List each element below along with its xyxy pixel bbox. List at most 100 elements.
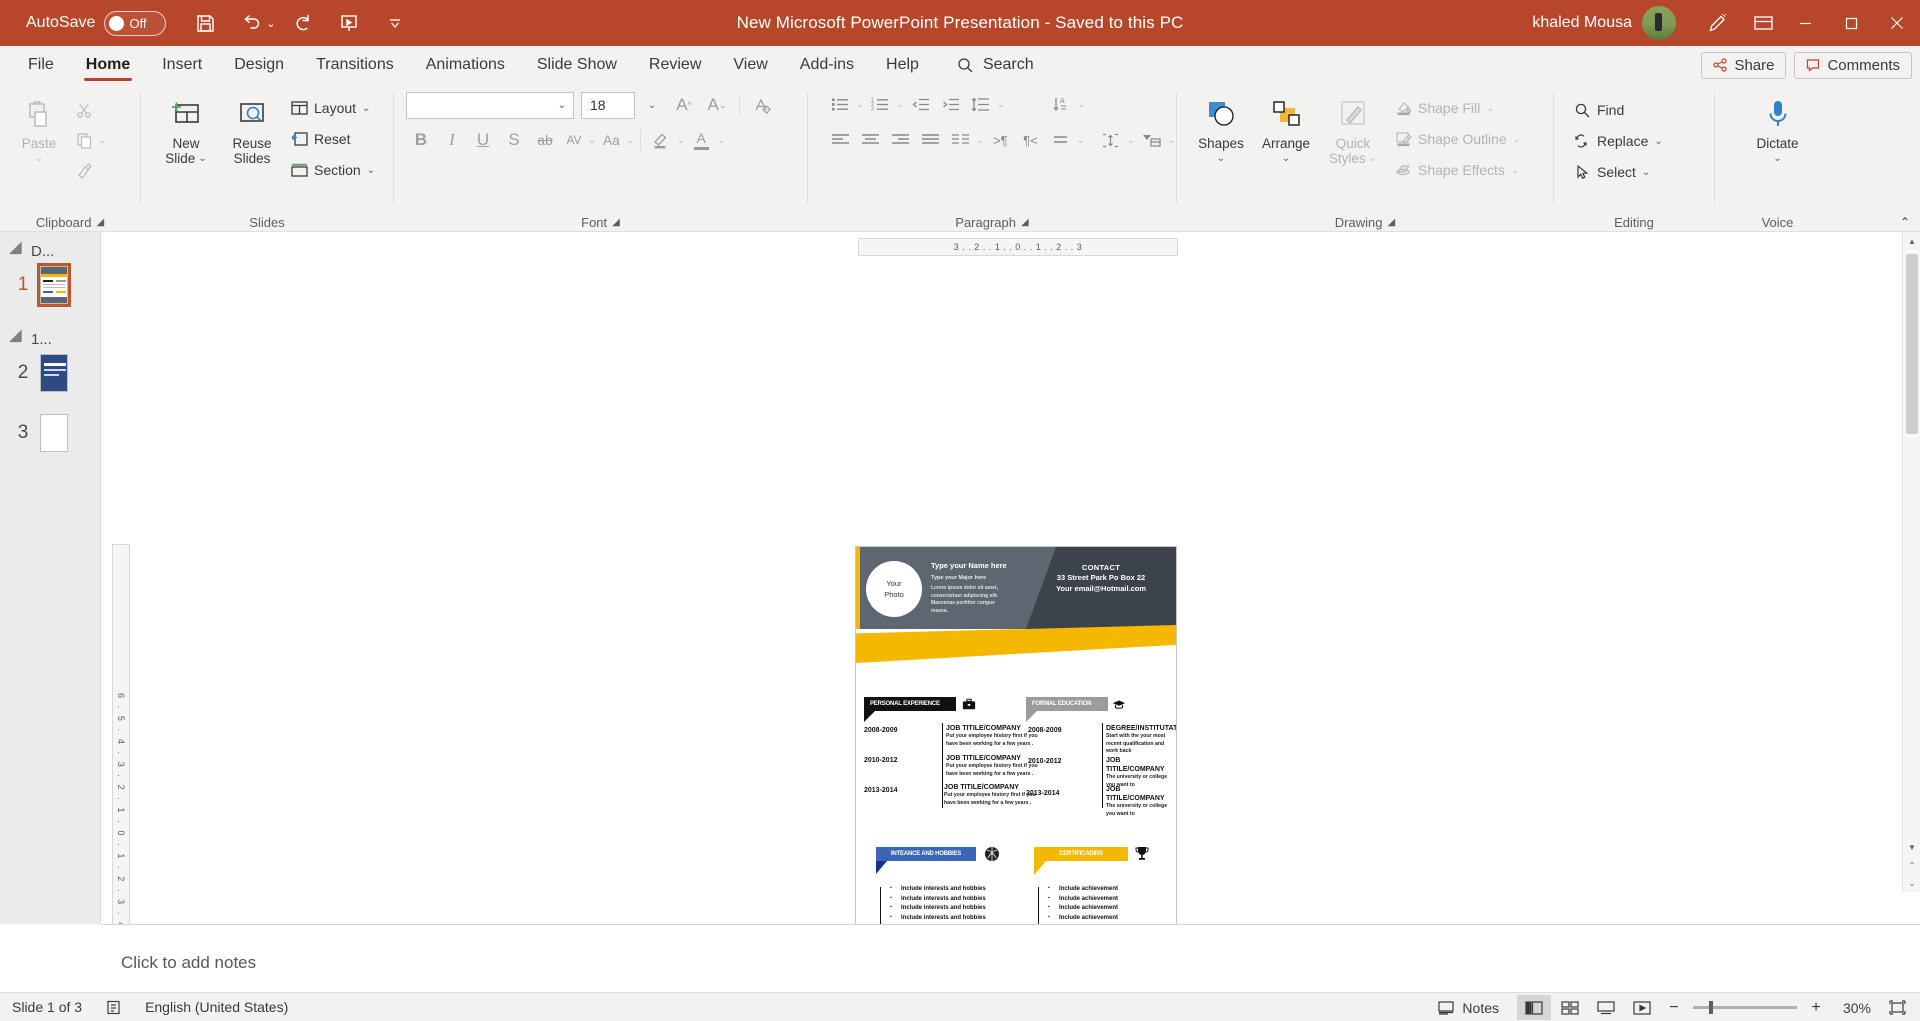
underline-button[interactable]: U bbox=[468, 125, 498, 155]
bullets-dropdown-icon[interactable]: ⌄ bbox=[856, 99, 864, 110]
language-indicator[interactable]: English (United States) bbox=[133, 993, 300, 1021]
font-dialog-launcher[interactable]: ◢ bbox=[612, 217, 620, 228]
text-direction-dropdown-icon[interactable]: ⌄ bbox=[1076, 135, 1084, 146]
quick-styles-dropdown-icon[interactable]: ⌄ bbox=[1369, 151, 1377, 166]
tab-view[interactable]: View bbox=[717, 46, 783, 84]
character-spacing-button[interactable]: AV bbox=[561, 125, 587, 155]
smartart-dropdown-icon[interactable]: ⌄ bbox=[1167, 135, 1175, 146]
cut-button[interactable] bbox=[70, 96, 98, 124]
slide-thumbnail[interactable] bbox=[40, 414, 68, 452]
sort-button[interactable]: A bbox=[1047, 90, 1075, 118]
zoom-slider-knob[interactable] bbox=[1709, 1001, 1713, 1014]
collapse-triangle-icon[interactable] bbox=[8, 329, 29, 349]
tab-slide-show[interactable]: Slide Show bbox=[521, 46, 633, 84]
collapse-ribbon-button[interactable]: ⌃ bbox=[1900, 215, 1910, 229]
comments-button[interactable]: Comments bbox=[1794, 51, 1912, 79]
font-color-dropdown-icon[interactable]: ⌄ bbox=[717, 135, 725, 146]
share-button[interactable]: Share bbox=[1701, 51, 1787, 79]
zoom-slider[interactable] bbox=[1693, 1001, 1797, 1014]
account-name[interactable]: khaled Mousa bbox=[1532, 14, 1632, 32]
quick-styles-button[interactable]: Quick Styles ⌄ bbox=[1321, 90, 1385, 166]
dictate-button[interactable]: Dictate ⌄ bbox=[1741, 90, 1815, 166]
line-spacing-dropdown-icon[interactable]: ⌄ bbox=[997, 99, 1005, 110]
decrease-indent-button[interactable] bbox=[907, 90, 935, 118]
contact-block[interactable]: CONTACT 33 Street Park Po Box 22 Your em… bbox=[1034, 563, 1168, 594]
shape-outline-dropdown-icon[interactable]: ⌄ bbox=[1513, 134, 1521, 145]
copy-dropdown-icon[interactable]: ⌄ bbox=[98, 135, 106, 146]
shapes-dropdown-icon[interactable]: ⌄ bbox=[1217, 151, 1225, 166]
present-icon[interactable] bbox=[330, 4, 368, 42]
paste-dropdown-icon[interactable]: ⌄ bbox=[35, 151, 43, 166]
replace-button[interactable]: Replace ⌄ bbox=[1570, 127, 1667, 155]
paragraph-dialog-launcher[interactable]: ◢ bbox=[1021, 217, 1029, 228]
vertical-scrollbar[interactable]: ▲ ▼ ⌃ ⌄ bbox=[1902, 232, 1920, 892]
columns-button[interactable] bbox=[946, 126, 974, 154]
zoom-out-button[interactable]: − bbox=[1665, 999, 1683, 1017]
slide-sorter-button[interactable] bbox=[1553, 995, 1587, 1020]
numbering-dropdown-icon[interactable]: ⌄ bbox=[896, 99, 904, 110]
font-color-button[interactable]: A bbox=[686, 125, 716, 155]
decrease-font-size-button[interactable]: A ⌄ bbox=[702, 90, 732, 120]
tab-review[interactable]: Review bbox=[633, 46, 717, 84]
shape-fill-button[interactable]: Shape Fill ⌄ bbox=[1391, 94, 1525, 122]
arrange-button[interactable]: Arrange ⌄ bbox=[1253, 90, 1319, 166]
slideshow-button[interactable] bbox=[1625, 995, 1659, 1020]
experience-tag[interactable]: PERSONAL EXPERIENCE bbox=[864, 697, 956, 711]
tab-animations[interactable]: Animations bbox=[410, 46, 521, 84]
tab-home[interactable]: Home bbox=[70, 46, 146, 84]
undo-icon[interactable] bbox=[232, 4, 270, 42]
section-header-1[interactable]: D... bbox=[0, 232, 100, 261]
interests-list[interactable]: Include interests and hobbies Include in… bbox=[890, 884, 1020, 923]
scroll-up-icon[interactable]: ▲ bbox=[1903, 232, 1920, 250]
slide-thumbnail[interactable] bbox=[40, 354, 68, 392]
text-highlight-dropdown-icon[interactable]: ⌄ bbox=[677, 135, 685, 146]
paste-button[interactable]: Paste ⌄ bbox=[8, 90, 70, 166]
reading-view-button[interactable] bbox=[1589, 995, 1623, 1020]
education-entry-1[interactable]: DEGREE/INSTITUTATION Start with the your… bbox=[1106, 724, 1176, 756]
education-tag[interactable]: FORMAL EDUCATION bbox=[1026, 697, 1108, 711]
customize-qat-icon[interactable] bbox=[376, 4, 414, 42]
font-size-input[interactable]: 18 bbox=[581, 91, 635, 119]
tab-add-ins[interactable]: Add-ins bbox=[784, 46, 870, 84]
find-button[interactable]: Find bbox=[1570, 96, 1628, 124]
normal-view-button[interactable] bbox=[1517, 995, 1551, 1020]
section-dropdown-icon[interactable]: ⌄ bbox=[367, 165, 375, 176]
font-name-input[interactable]: ⌄ bbox=[406, 91, 574, 119]
align-center-button[interactable] bbox=[856, 126, 884, 154]
interests-tag[interactable]: INTEANCE AND HOBBIES bbox=[876, 847, 976, 861]
cv-summary[interactable]: Lorem ipsum dolor sit amet, consectetuer… bbox=[931, 585, 1007, 615]
notes-button[interactable]: Notes bbox=[1426, 993, 1511, 1021]
reset-button[interactable]: Reset bbox=[287, 125, 379, 153]
tab-help[interactable]: Help bbox=[870, 46, 935, 84]
increase-font-size-button[interactable]: A ^ bbox=[669, 90, 699, 120]
slide-counter[interactable]: Slide 1 of 3 bbox=[0, 993, 94, 1021]
fit-to-window-button[interactable] bbox=[1877, 993, 1920, 1021]
avatar[interactable] bbox=[1642, 6, 1676, 40]
new-slide-button[interactable]: New Slide ⌄ bbox=[155, 90, 217, 166]
select-dropdown-icon[interactable]: ⌄ bbox=[1642, 167, 1650, 178]
tab-transitions[interactable]: Transitions bbox=[300, 46, 410, 84]
section-header-2[interactable]: 1... bbox=[0, 304, 100, 349]
previous-slide-icon[interactable]: ⌃ bbox=[1903, 856, 1920, 874]
change-case-dropdown-icon[interactable]: ⌄ bbox=[626, 135, 634, 146]
minimize-button[interactable] bbox=[1782, 0, 1828, 46]
sort-dropdown-icon[interactable]: ⌄ bbox=[1077, 99, 1085, 110]
redo-icon[interactable] bbox=[284, 4, 322, 42]
shape-effects-button[interactable]: Shape Effects ⌄ bbox=[1391, 156, 1525, 184]
replace-dropdown-icon[interactable]: ⌄ bbox=[1654, 136, 1662, 147]
search-input[interactable]: Search bbox=[957, 56, 1034, 74]
slide-thumbnail[interactable] bbox=[37, 263, 71, 307]
certifications-list[interactable]: Include achievement Include achievement … bbox=[1048, 884, 1168, 923]
character-spacing-dropdown-icon[interactable]: ⌄ bbox=[588, 135, 596, 146]
shapes-button[interactable]: Shapes ⌄ bbox=[1191, 90, 1251, 166]
strikethrough-button[interactable]: ab bbox=[530, 125, 560, 155]
clear-formatting-button[interactable] bbox=[747, 90, 777, 120]
copy-button[interactable] bbox=[70, 126, 98, 154]
scroll-down-icon[interactable]: ▼ bbox=[1903, 838, 1920, 856]
accessibility-checker[interactable] bbox=[94, 993, 133, 1021]
ribbon-display-options-icon[interactable] bbox=[1744, 4, 1782, 42]
thumbnail-item-2[interactable]: 2 bbox=[0, 348, 100, 392]
restore-button[interactable] bbox=[1828, 0, 1874, 46]
columns-dropdown-icon[interactable]: ⌄ bbox=[976, 135, 984, 146]
align-left-button[interactable] bbox=[826, 126, 854, 154]
